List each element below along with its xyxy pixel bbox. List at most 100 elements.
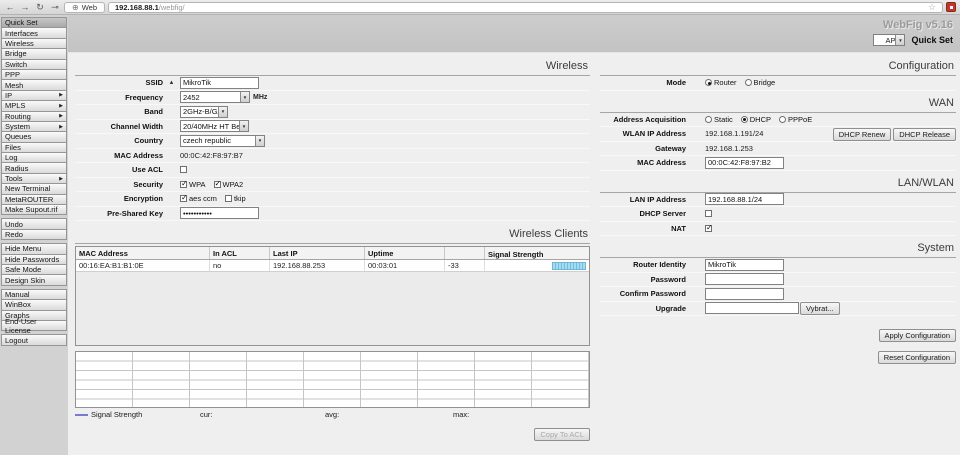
submenu-arrow-icon: ▶	[59, 113, 63, 119]
forward-icon[interactable]: →	[19, 1, 31, 13]
use-acl-row: Use ACL	[75, 163, 590, 178]
mode-router-radio[interactable]	[705, 79, 712, 86]
channel-width-row: Channel Width 20/40MHz HT Below ▼	[75, 120, 590, 135]
lan-ip-input[interactable]	[705, 193, 784, 205]
mac-address-row: MAC Address 00:0C:42:F8:97:B7	[75, 149, 590, 164]
router-identity-row: Router Identity	[600, 258, 956, 273]
dhcp-renew-button[interactable]: DHCP Renew	[833, 128, 892, 141]
upgrade-row: Upgrade Vybrat...	[600, 302, 956, 317]
router-identity-input[interactable]	[705, 259, 784, 271]
gateway-value: 192.168.1.253	[705, 144, 753, 153]
chart-legend: Signal Strength cur: avg: max:	[75, 410, 590, 421]
ssid-row: SSID ▲	[75, 76, 590, 91]
field-label: Encryption	[75, 194, 163, 203]
aes-ccm-checkbox[interactable]	[180, 195, 187, 202]
sidebar-item-design-skin[interactable]: Design Skin	[1, 274, 67, 285]
band-select[interactable]: 2GHz-B/G/N ▼	[180, 106, 228, 118]
browser-tab[interactable]: ⊕ Web	[64, 2, 105, 13]
frequency-select[interactable]: 2452 ▼	[180, 91, 250, 103]
field-label: Upgrade	[600, 304, 686, 313]
gateway-row: Gateway 192.168.1.253	[600, 142, 956, 157]
field-label: SSID	[75, 78, 163, 87]
dhcp-release-button[interactable]: DHCP Release	[893, 128, 956, 141]
dhcp-server-checkbox[interactable]	[705, 210, 712, 217]
field-label: Band	[75, 107, 163, 116]
country-row: Country czech republic ▼	[75, 134, 590, 149]
pre-shared-key-row: Pre-Shared Key	[75, 207, 590, 222]
wan-mac-input[interactable]	[705, 157, 784, 169]
sidebar-item-redo[interactable]: Redo	[1, 229, 67, 240]
field-label: LAN IP Address	[600, 195, 686, 204]
sidebar-item-end-user-license[interactable]: End-User License	[1, 320, 67, 331]
nat-row: NAT	[600, 222, 956, 237]
frequency-row: Frequency 2452 ▼ MHz	[75, 91, 590, 106]
chevron-down-icon: ▼	[895, 35, 904, 45]
field-label: Address Acquisition	[600, 115, 686, 124]
confirm-password-input[interactable]	[705, 288, 784, 300]
configuration-panel: Configuration Mode Router Bridge WAN Add…	[600, 59, 956, 365]
field-label: Mode	[600, 78, 686, 87]
bookmark-star-icon[interactable]: ☆	[928, 3, 936, 12]
upgrade-file-input[interactable]	[705, 302, 799, 314]
apply-configuration-button[interactable]: Apply Configuration	[879, 329, 956, 342]
channel-width-select[interactable]: 20/40MHz HT Below ▼	[180, 120, 249, 132]
extension-icon[interactable]	[946, 2, 956, 12]
country-select[interactable]: czech republic ▼	[180, 135, 265, 147]
wireless-clients-table: MAC Address In ACL Last IP Uptime Signal…	[75, 246, 590, 346]
pre-shared-key-input[interactable]	[180, 207, 259, 219]
acquisition-static-radio[interactable]	[705, 116, 712, 123]
collapse-arrow-icon[interactable]: ▲	[169, 80, 175, 86]
url-path: /webfig/	[159, 3, 185, 12]
wpa-checkbox[interactable]	[180, 181, 187, 188]
upgrade-browse-button[interactable]: Vybrat...	[800, 302, 840, 315]
signal-strength-bar	[552, 262, 586, 270]
copy-to-acl-button[interactable]: Copy To ACL	[534, 428, 590, 441]
sidebar: Quick Set Interfaces Wireless Bridge Swi…	[0, 15, 68, 455]
back-icon[interactable]: ←	[4, 1, 16, 13]
legend-avg-label: avg:	[325, 410, 339, 419]
encryption-row: Encryption aes ccm tkip	[75, 192, 590, 207]
field-label: DHCP Server	[600, 209, 686, 218]
field-label: Password	[600, 275, 686, 284]
reset-configuration-button[interactable]: Reset Configuration	[878, 351, 956, 364]
wpa2-checkbox[interactable]	[214, 181, 221, 188]
submenu-arrow-icon: ▶	[59, 92, 63, 98]
url-bar[interactable]: 192.168.88.1 /webfig/ ☆	[108, 2, 943, 13]
sidebar-item-make-supout[interactable]: Make Supout.rif	[1, 204, 67, 215]
signal-strength-chart	[75, 351, 590, 408]
ssid-input[interactable]	[180, 77, 259, 89]
key-icon[interactable]: ⊸	[49, 1, 61, 13]
acquisition-pppoe-radio[interactable]	[779, 116, 786, 123]
wlan-ip-value: 192.168.1.191/24	[705, 129, 763, 138]
submenu-arrow-icon: ▶	[59, 124, 63, 130]
refresh-icon[interactable]: ↻	[34, 1, 46, 13]
legend-cur-label: cur:	[200, 410, 213, 419]
acquisition-dhcp-radio[interactable]	[741, 116, 748, 123]
use-acl-checkbox[interactable]	[180, 166, 187, 173]
wlan-ip-row: WLAN IP Address 192.168.1.191/24 DHCP Re…	[600, 127, 956, 142]
nat-checkbox[interactable]	[705, 225, 712, 232]
confirm-password-row: Confirm Password	[600, 287, 956, 302]
mode-bridge-radio[interactable]	[745, 79, 752, 86]
submenu-arrow-icon: ▶	[59, 176, 63, 182]
chevron-down-icon: ▼	[239, 121, 248, 131]
app-title: WebFig v5.16	[68, 19, 953, 31]
field-label: Gateway	[600, 144, 686, 153]
field-label: Router Identity	[600, 260, 686, 269]
password-input[interactable]	[705, 273, 784, 285]
legend-line-swatch	[75, 414, 88, 416]
sidebar-item-logout[interactable]: Logout	[1, 334, 67, 345]
globe-icon: ⊕	[72, 3, 79, 12]
field-label: NAT	[600, 224, 686, 233]
field-label: Channel Width	[75, 122, 163, 131]
screen: ← → ↻ ⊸ ⊕ Web 192.168.88.1 /webfig/ ☆ Qu…	[0, 0, 960, 455]
ap-mode-select[interactable]: AP ▼	[873, 34, 905, 46]
dhcp-server-row: DHCP Server	[600, 207, 956, 222]
address-acquisition-row: Address Acquisition Static DHCP PPPoE	[600, 113, 956, 128]
lan-ip-row: LAN IP Address	[600, 193, 956, 208]
field-label: MAC Address	[600, 158, 686, 167]
table-row[interactable]: 00:16:EA:B1:B1:0E no 192.168.88.253 00:0…	[76, 260, 589, 272]
page-title: Quick Set	[911, 35, 953, 45]
chevron-down-icon: ▼	[218, 107, 227, 117]
tkip-checkbox[interactable]	[225, 195, 232, 202]
